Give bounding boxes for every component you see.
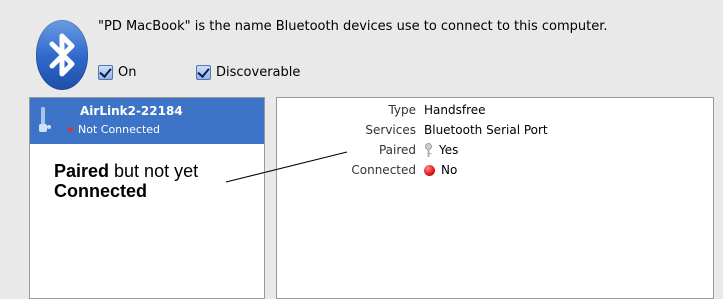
bluetooth-icon: [36, 20, 88, 90]
discoverable-checkbox[interactable]: Discoverable: [196, 65, 300, 80]
paired-value-text: Yes: [439, 143, 459, 157]
annotation-callout: Paired but not yet Connected: [54, 161, 198, 201]
annotation-line-1: Paired but not yet: [54, 161, 198, 181]
connected-value: No: [424, 163, 457, 177]
device-status-text: Not Connected: [78, 123, 161, 136]
annotation-connected: Connected: [54, 181, 148, 201]
on-label: On: [118, 65, 137, 80]
paired-label-cell: Paired: [276, 143, 416, 159]
device-name: AirLink2-22184: [80, 104, 183, 118]
device-status: Not Connected: [68, 123, 160, 136]
checkbox-checked-icon[interactable]: [196, 65, 211, 80]
red-dot-icon: [424, 164, 435, 176]
computer-name-message: "PD MacBook" is the name Bluetooth devic…: [98, 19, 608, 34]
paired-value: Yes: [424, 143, 458, 157]
type-label-cell: Type: [276, 103, 416, 119]
annotation-but-not-yet: but not yet: [109, 161, 199, 181]
type-value: Handsfree: [424, 103, 486, 117]
connected-label: Connected: [351, 163, 416, 177]
connected-value-text: No: [441, 163, 458, 177]
status-dot-icon: [68, 127, 73, 132]
discoverable-label: Discoverable: [216, 65, 301, 80]
paired-label: Paired: [378, 143, 416, 157]
headset-icon: [39, 107, 51, 132]
services-label: Services: [365, 123, 416, 137]
type-label: Type: [388, 103, 416, 117]
device-list-item[interactable]: AirLink2-22184 Not Connected: [30, 98, 264, 144]
services-value: Bluetooth Serial Port: [424, 123, 548, 137]
services-label-cell: Services: [276, 123, 416, 139]
key-icon: [425, 143, 432, 157]
connected-label-cell: Connected: [276, 163, 416, 179]
on-checkbox[interactable]: On: [98, 65, 136, 80]
checkbox-checked-icon[interactable]: [98, 65, 113, 80]
annotation-line-2: Connected: [54, 181, 198, 201]
annotation-paired: Paired: [54, 161, 110, 181]
